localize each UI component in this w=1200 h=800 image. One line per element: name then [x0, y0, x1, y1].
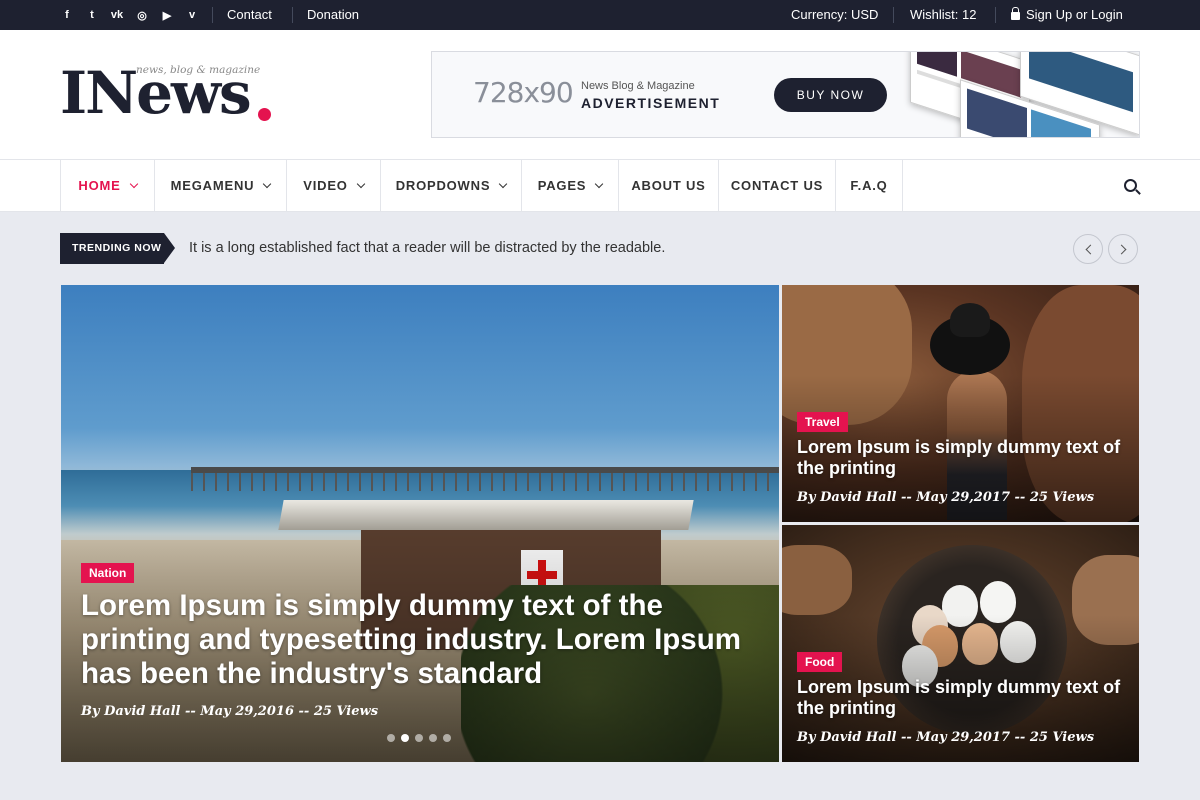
- vimeo-icon[interactable]: v: [185, 8, 199, 22]
- nav-item-label: PAGES: [537, 178, 587, 193]
- site-header: INews news, blog & magazine 728x90 News …: [0, 30, 1200, 159]
- chevron-down-icon: [356, 179, 365, 189]
- site-logo[interactable]: INews news, blog & magazine: [60, 60, 280, 130]
- side-post-travel[interactable]: [782, 285, 1139, 522]
- wishlist-link[interactable]: Wishlist: 12: [910, 0, 976, 30]
- instagram-icon[interactable]: ◎: [135, 8, 149, 22]
- ad-size-label: 728x90: [473, 76, 574, 109]
- chevron-right-icon: [1116, 244, 1127, 255]
- side-post-food[interactable]: [782, 525, 1139, 762]
- lock-icon: [1011, 7, 1020, 20]
- advertisement-banner[interactable]: 728x90 News Blog & Magazine ADVERTISEMEN…: [431, 51, 1140, 138]
- nav-item-dropdowns[interactable]: DROPDOWNS: [381, 160, 522, 212]
- chevron-down-icon: [499, 179, 508, 189]
- nav-item-label: HOME: [78, 178, 121, 193]
- nav-item-label: F.A.Q: [850, 178, 888, 193]
- side-post-headline[interactable]: Lorem Ipsum is simply dummy text of the …: [797, 677, 1127, 719]
- slider-dot-active[interactable]: [401, 734, 409, 742]
- social-links: f t vk ◎ ▶ v: [60, 0, 199, 30]
- logo-dot: [258, 108, 271, 121]
- slider-dots: [387, 734, 451, 742]
- facebook-icon[interactable]: f: [60, 8, 74, 22]
- category-badge[interactable]: Food: [797, 652, 843, 672]
- category-badge[interactable]: Travel: [797, 412, 848, 432]
- featured-meta: By David Hall -- May 29,2016 -- 25 Views: [81, 704, 379, 719]
- divider: [893, 7, 894, 23]
- ad-title: ADVERTISEMENT: [581, 95, 721, 111]
- trending-headline[interactable]: It is a long established fact that a rea…: [189, 240, 665, 256]
- twitter-icon[interactable]: t: [85, 8, 99, 22]
- divider: [995, 7, 996, 23]
- side-image-leaf: [782, 545, 852, 615]
- side-image-hat: [930, 303, 1010, 375]
- nav-item-label: CONTACT US: [730, 178, 824, 193]
- category-badge[interactable]: Nation: [81, 563, 135, 583]
- nav-item-megamenu[interactable]: MEGAMENU: [155, 160, 287, 212]
- divider: [212, 7, 213, 23]
- chevron-down-icon: [263, 179, 272, 189]
- slider-dot[interactable]: [429, 734, 437, 742]
- feature-image-pier-legs: [191, 473, 779, 491]
- chevron-down-icon: [595, 179, 604, 189]
- trending-next-button[interactable]: [1108, 234, 1138, 264]
- ad-device-mockup: [900, 52, 1139, 137]
- nav-item-label: DROPDOWNS: [395, 178, 491, 193]
- side-post-headline[interactable]: Lorem Ipsum is simply dummy text of the …: [797, 437, 1127, 479]
- nav-item-faq[interactable]: F.A.Q: [836, 160, 903, 212]
- main-navigation: HOME MEGAMENU VIDEO DROPDOWNS PAGES ABOU…: [0, 159, 1200, 212]
- nav-item-about-us[interactable]: ABOUT US: [619, 160, 719, 212]
- ad-subtitle: News Blog & Magazine: [581, 80, 695, 92]
- trending-prev-button[interactable]: [1073, 234, 1103, 264]
- nav-item-pages[interactable]: PAGES: [522, 160, 619, 212]
- youtube-icon[interactable]: ▶: [160, 8, 174, 22]
- nav-item-home[interactable]: HOME: [60, 160, 155, 212]
- nav-item-label: VIDEO: [303, 178, 348, 193]
- side-post-meta: By David Hall -- May 29,2017 -- 25 Views: [797, 490, 1095, 505]
- nav-item-label: MEGAMENU: [170, 178, 255, 193]
- logo-tagline: news, blog & magazine: [136, 64, 261, 76]
- nav-item-label: ABOUT US: [631, 178, 706, 193]
- vk-icon[interactable]: vk: [110, 8, 124, 22]
- contact-link[interactable]: Contact: [227, 0, 272, 30]
- currency-selector[interactable]: Currency: USD: [791, 0, 878, 30]
- signup-login-label: Sign Up or Login: [1026, 7, 1123, 22]
- slider-dot[interactable]: [415, 734, 423, 742]
- top-bar: f t vk ◎ ▶ v Contact Donation Currency: …: [0, 0, 1200, 30]
- nav-item-video[interactable]: VIDEO: [287, 160, 381, 212]
- slider-dot[interactable]: [387, 734, 395, 742]
- search-icon[interactable]: [1124, 179, 1137, 192]
- trending-label: TRENDING NOW: [60, 233, 175, 264]
- featured-headline[interactable]: Lorem Ipsum is simply dummy text of the …: [81, 589, 741, 691]
- chevron-down-icon: [129, 179, 138, 189]
- chevron-left-icon: [1085, 244, 1096, 255]
- buy-now-button[interactable]: BUY NOW: [774, 78, 887, 112]
- side-post-meta: By David Hall -- May 29,2017 -- 25 Views: [797, 730, 1095, 745]
- divider: [292, 7, 293, 23]
- slider-dot[interactable]: [443, 734, 451, 742]
- donation-link[interactable]: Donation: [307, 0, 359, 30]
- signup-login-link[interactable]: Sign Up or Login: [1011, 0, 1123, 30]
- nav-item-contact-us[interactable]: CONTACT US: [719, 160, 836, 212]
